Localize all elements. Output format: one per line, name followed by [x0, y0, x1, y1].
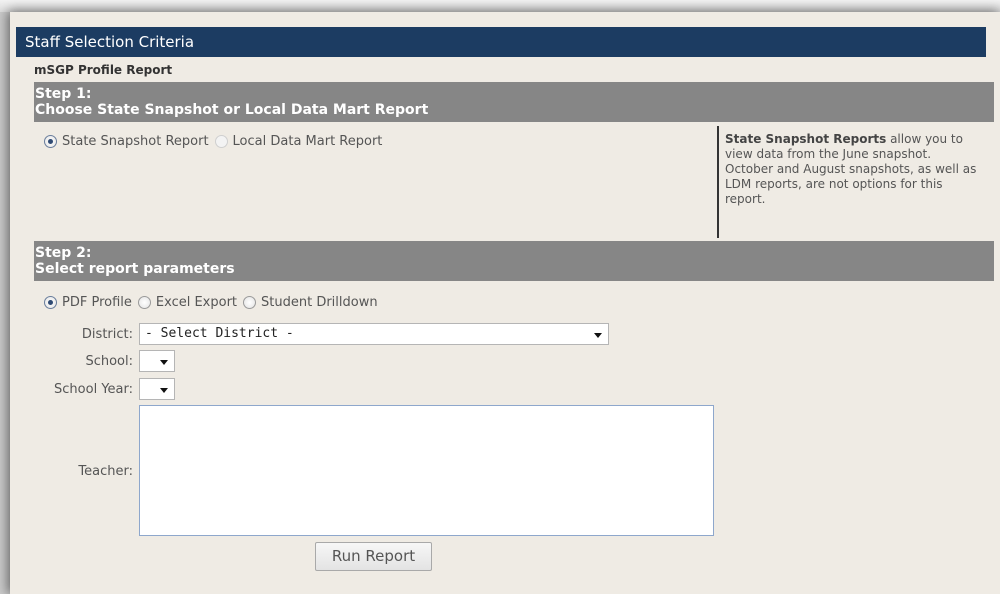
step1-heading: Step 1:: [35, 86, 92, 102]
school-year-label: School Year:: [54, 382, 133, 397]
step2-header: Step 2: Select report parameters: [34, 241, 994, 281]
chevron-down-icon: [160, 388, 168, 393]
school-year-select[interactable]: [139, 378, 175, 400]
student-drilldown-radio[interactable]: [243, 296, 257, 309]
state-snapshot-label[interactable]: State Snapshot Report: [62, 134, 209, 149]
pdf-profile-radio[interactable]: [44, 296, 57, 309]
excel-export-label[interactable]: Excel Export: [156, 295, 237, 310]
student-drilldown-label[interactable]: Student Drilldown: [261, 295, 378, 310]
state-snapshot-radio[interactable]: [44, 135, 57, 148]
local-data-mart-radio[interactable]: [214, 135, 228, 148]
run-report-button[interactable]: Run Report: [315, 542, 432, 571]
chevron-down-icon: [160, 360, 168, 365]
district-label: District:: [81, 327, 133, 342]
report-name: mSGP Profile Report: [34, 63, 173, 77]
output-format-radio-group: PDF Profile Excel Export Student Drilldo…: [44, 295, 384, 310]
excel-export-radio[interactable]: [137, 296, 151, 309]
school-label: School:: [85, 354, 133, 369]
teacher-listbox[interactable]: [139, 405, 714, 536]
page-title: Staff Selection Criteria: [16, 27, 986, 57]
top-edge: [0, 0, 1000, 12]
step2-heading: Step 2:: [35, 245, 92, 261]
step2-title: Select report parameters: [35, 261, 235, 277]
report-source-radio-group: State Snapshot Report Local Data Mart Re…: [44, 134, 388, 149]
pdf-profile-label[interactable]: PDF Profile: [62, 295, 132, 310]
teacher-label: Teacher:: [78, 464, 133, 479]
snapshot-info-note: State Snapshot Reports allow you to view…: [717, 126, 977, 238]
step1-title: Choose State Snapshot or Local Data Mart…: [35, 102, 429, 118]
district-select[interactable]: - Select District -: [139, 323, 609, 345]
info-bold-text: State Snapshot Reports: [725, 132, 887, 146]
step1-header: Step 1: Choose State Snapshot or Local D…: [34, 82, 994, 122]
district-select-value: - Select District -: [145, 326, 294, 341]
local-data-mart-label[interactable]: Local Data Mart Report: [233, 134, 383, 149]
school-select[interactable]: [139, 350, 175, 372]
chevron-down-icon: [594, 333, 602, 338]
